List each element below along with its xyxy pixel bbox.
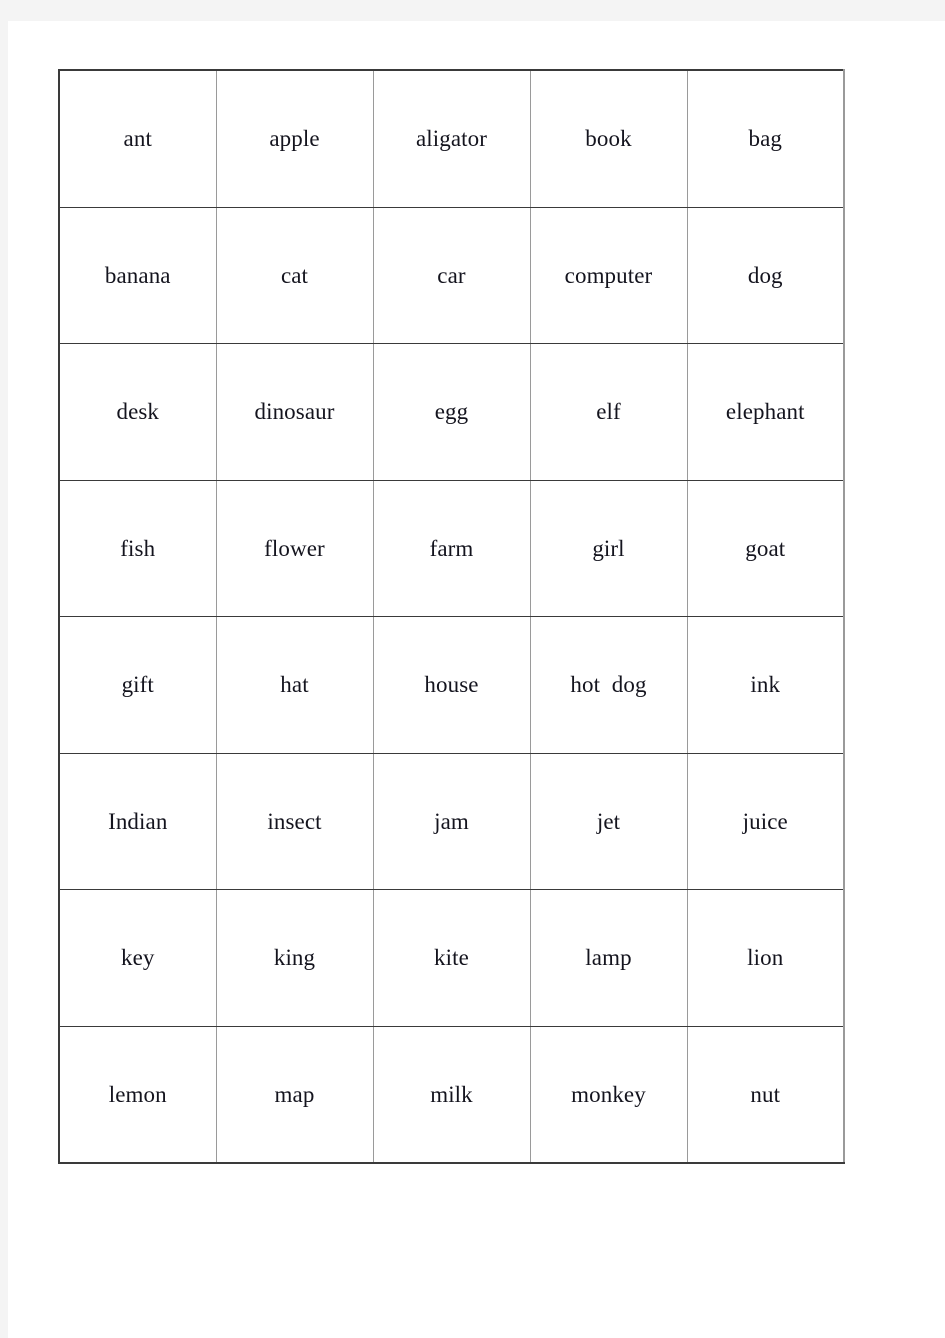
table-row: desk dinosaur egg elf elephant	[59, 343, 844, 481]
word-cell[interactable]: insect	[216, 753, 374, 890]
word-cell[interactable]: farm	[373, 480, 531, 617]
word-cell-label: elephant	[725, 399, 805, 425]
word-cell-label: ink	[750, 672, 781, 698]
word-cell[interactable]: dog	[687, 207, 844, 344]
word-cell[interactable]: dinosaur	[216, 343, 374, 481]
table-row: Indian insect jam jet juice	[59, 753, 844, 890]
word-cell[interactable]: elephant	[687, 343, 844, 481]
word-cell[interactable]: key	[59, 889, 217, 1027]
table-row: lemon map milk monkey nut	[59, 1026, 844, 1163]
word-cell[interactable]: juice	[687, 753, 844, 890]
word-cell[interactable]: jam	[373, 753, 531, 890]
word-cell-label: Indian	[108, 808, 168, 834]
table-row: fish flower farm girl goat	[59, 480, 844, 617]
word-cell-label: map	[274, 1081, 315, 1107]
word-cell-label: gift	[121, 672, 154, 698]
word-cell-label: juice	[742, 808, 788, 834]
word-cell-label: apple	[269, 126, 320, 152]
word-cell-label: jam	[434, 808, 469, 834]
word-cell-label: milk	[430, 1081, 473, 1107]
table-row: gift hat house hot dog ink	[59, 616, 844, 754]
word-cell[interactable]: girl	[530, 480, 688, 617]
word-cell[interactable]: elf	[530, 343, 688, 481]
word-cell[interactable]: monkey	[530, 1026, 688, 1163]
word-cell-label: house	[424, 672, 479, 698]
word-cell[interactable]: egg	[373, 343, 531, 481]
table-row: ant apple aligator book bag	[59, 70, 844, 208]
word-cell-label: computer	[564, 262, 653, 288]
word-cell[interactable]: computer	[530, 207, 688, 344]
word-cell-label: insect	[267, 808, 322, 834]
word-cell-label: elf	[596, 399, 621, 425]
word-cell-label: girl	[592, 535, 625, 561]
word-cell[interactable]: fish	[59, 480, 217, 617]
page-sheet: ant apple aligator book bag banana cat c…	[8, 21, 945, 1338]
word-grid-body: ant apple aligator book bag banana cat c…	[59, 70, 844, 1163]
word-cell[interactable]: map	[216, 1026, 374, 1163]
word-cell[interactable]: Indian	[59, 753, 217, 890]
word-cell-label: hot dog	[570, 672, 647, 698]
word-cell[interactable]: bag	[687, 70, 844, 208]
word-cell-label: king	[273, 945, 316, 971]
word-cell[interactable]: lion	[687, 889, 844, 1027]
word-cell-label: flower	[264, 535, 325, 561]
word-cell-label: car	[437, 262, 466, 288]
word-cell-label: key	[120, 945, 155, 971]
word-cell[interactable]: house	[373, 616, 531, 754]
word-cell-label: fish	[120, 535, 156, 561]
word-cell[interactable]: milk	[373, 1026, 531, 1163]
word-cell-label: monkey	[571, 1081, 646, 1107]
word-cell[interactable]: aligator	[373, 70, 531, 208]
word-cell[interactable]: king	[216, 889, 374, 1027]
word-cell-label: lion	[747, 945, 784, 971]
word-cell[interactable]: lamp	[530, 889, 688, 1027]
word-cell-label: dinosaur	[254, 399, 335, 425]
word-grid-table: ant apple aligator book bag banana cat c…	[58, 69, 845, 1164]
word-cell[interactable]: gift	[59, 616, 217, 754]
word-cell-label: nut	[750, 1081, 781, 1107]
word-cell-label: ant	[123, 126, 152, 152]
word-cell[interactable]: jet	[530, 753, 688, 890]
word-cell[interactable]: hot dog	[530, 616, 688, 754]
table-row: banana cat car computer dog	[59, 207, 844, 344]
word-cell-label: banana	[104, 262, 171, 288]
word-cell[interactable]: book	[530, 70, 688, 208]
word-cell-label: hat	[280, 672, 309, 698]
word-cell[interactable]: flower	[216, 480, 374, 617]
word-cell[interactable]: nut	[687, 1026, 844, 1163]
word-cell[interactable]: ant	[59, 70, 217, 208]
word-cell-label: kite	[434, 945, 469, 971]
word-cell[interactable]: car	[373, 207, 531, 344]
word-cell-label: jet	[596, 808, 621, 834]
word-cell[interactable]: kite	[373, 889, 531, 1027]
word-cell-label: bag	[748, 126, 782, 152]
word-cell-label: lemon	[108, 1081, 167, 1107]
word-cell-label: lamp	[585, 945, 632, 971]
word-cell[interactable]: cat	[216, 207, 374, 344]
word-cell-label: desk	[116, 399, 160, 425]
word-cell-label: aligator	[415, 126, 488, 152]
word-cell-label: book	[585, 126, 632, 152]
word-cell-label: egg	[434, 399, 469, 425]
word-cell[interactable]: goat	[687, 480, 844, 617]
word-cell-label: goat	[745, 535, 786, 561]
word-cell[interactable]: lemon	[59, 1026, 217, 1163]
word-cell[interactable]: desk	[59, 343, 217, 481]
word-cell-label: farm	[429, 535, 474, 561]
table-row: key king kite lamp lion	[59, 889, 844, 1027]
word-cell[interactable]: apple	[216, 70, 374, 208]
word-cell[interactable]: ink	[687, 616, 844, 754]
word-cell-label: cat	[280, 262, 309, 288]
word-cell-label: dog	[747, 262, 783, 288]
word-cell[interactable]: banana	[59, 207, 217, 344]
word-cell[interactable]: hat	[216, 616, 374, 754]
